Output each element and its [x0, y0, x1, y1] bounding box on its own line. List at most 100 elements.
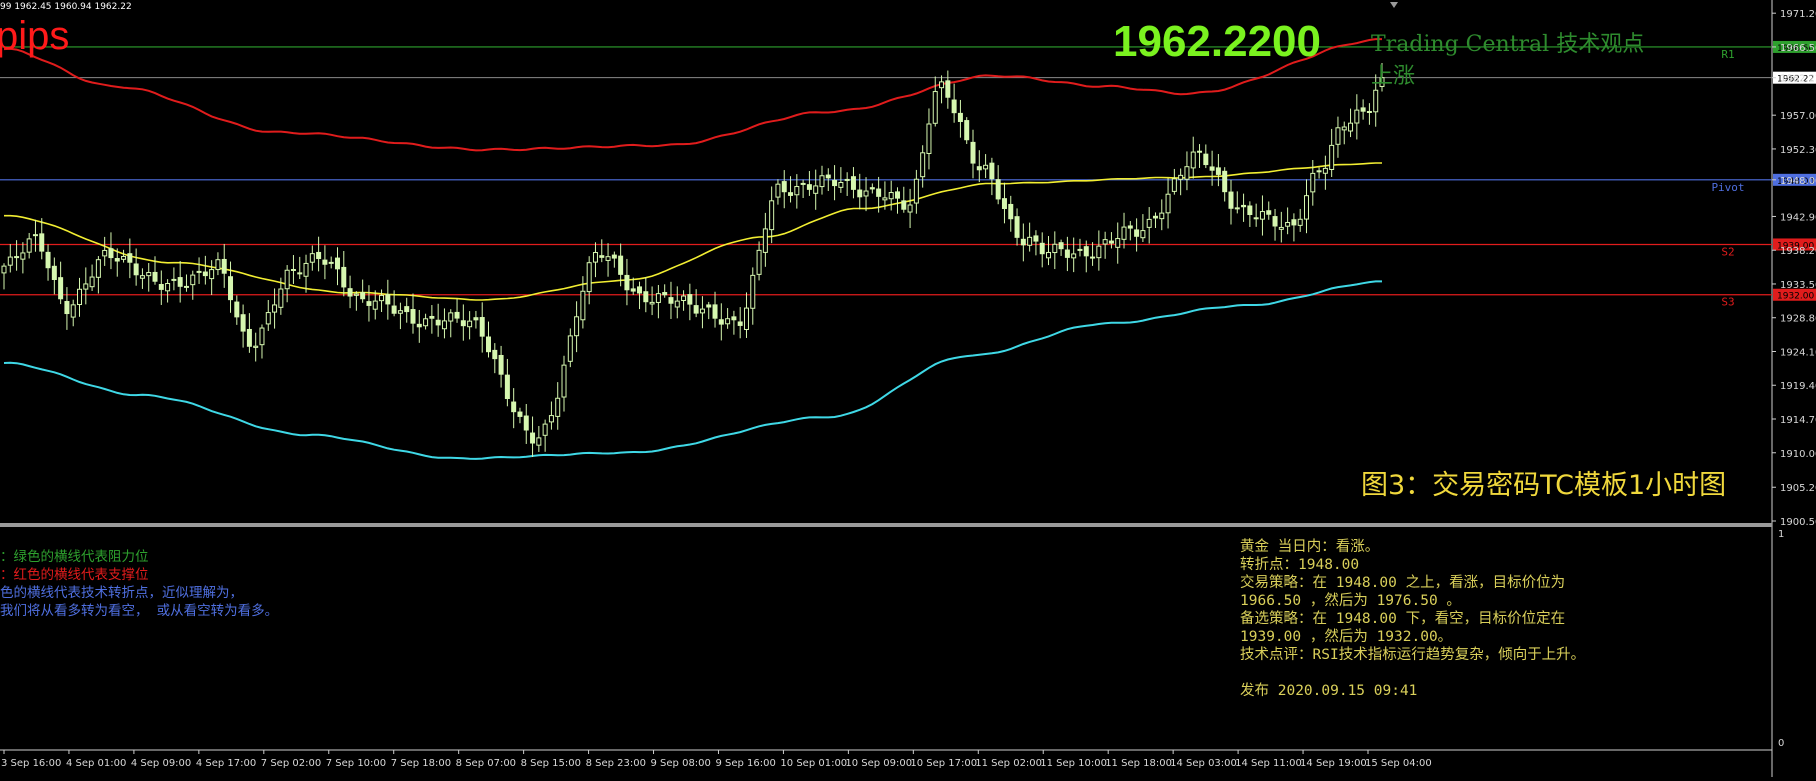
candle-body [190, 274, 196, 286]
candle-body [77, 288, 83, 306]
candle-body [58, 277, 64, 300]
candle-body [177, 277, 183, 287]
trading-central-title: Trading Central 技术观点 [1371, 32, 1645, 57]
candle-body [14, 256, 20, 259]
candle-body [1090, 256, 1096, 259]
x-tick-label: 9 Sep 08:00 [651, 758, 711, 769]
x-tick-label: 4 Sep 01:00 [66, 758, 126, 769]
candle-body [196, 270, 202, 273]
candle-body [410, 309, 416, 324]
candle-body [1241, 204, 1247, 208]
candle-body [95, 259, 101, 278]
candle-body [1, 265, 7, 274]
candle-body [957, 112, 963, 122]
candle-body [555, 397, 561, 417]
x-tick-label: 14 Sep 19:00 [1300, 758, 1367, 769]
candle-body [1316, 170, 1322, 173]
candle-body [945, 80, 951, 98]
candle-body [756, 249, 762, 275]
level-label-pivot: Pivot [1711, 181, 1744, 194]
candle-body [989, 162, 995, 180]
candle-body [819, 175, 825, 188]
candle-body [253, 345, 259, 348]
candle-body [712, 304, 718, 319]
analysis-panel: 黄金 当日内：看涨。 转折点：1948.00 交易策略：在 1948.00 之上，看… [1240, 535, 1680, 699]
candle-body [1329, 144, 1335, 170]
x-tick-label: 7 Sep 10:00 [326, 758, 386, 769]
candle-body [209, 269, 215, 280]
candle-body [353, 293, 359, 296]
candle-body [1171, 178, 1177, 192]
candle-body [1184, 166, 1190, 180]
y-tick-label: 1971.20 [1780, 9, 1816, 20]
candle-body [1146, 218, 1152, 228]
candle-body [592, 252, 598, 263]
candle-body [542, 423, 548, 436]
candle-body [45, 251, 51, 269]
candle-body [869, 187, 875, 190]
candle-body [328, 261, 334, 264]
indicator-tick-label: 0 [1778, 738, 1784, 749]
candle-body [284, 269, 290, 290]
candle-body [133, 263, 139, 276]
candle-body [108, 248, 114, 259]
level-label-s3: S3 [1721, 296, 1734, 309]
candle-body [655, 293, 661, 303]
candle-body [920, 152, 926, 178]
candle-body [1027, 236, 1033, 246]
x-tick-label: 11 Sep 10:00 [1040, 758, 1107, 769]
candle-body [259, 327, 265, 346]
candle-body [202, 271, 208, 277]
candle-body [876, 188, 882, 197]
candle-body [102, 249, 108, 257]
candle-body [1152, 215, 1158, 219]
y-tick-label: 1924.10 [1780, 347, 1816, 358]
candle-body [290, 268, 296, 271]
candle-body [882, 197, 888, 201]
candle-body [832, 179, 838, 187]
x-tick-label: 3 Sep 16:00 [1, 758, 61, 769]
candle-body [89, 276, 95, 288]
candle-body [139, 275, 145, 279]
x-tick-label: 14 Sep 11:00 [1235, 758, 1302, 769]
candle-body [599, 255, 605, 258]
candle-body [498, 354, 504, 375]
candle-body [1102, 239, 1108, 245]
candle-body [278, 288, 284, 308]
candle-body [240, 314, 246, 332]
candle-body [674, 300, 680, 308]
level-label-s2: S2 [1721, 245, 1734, 258]
y-tick-label: 1919.40 [1780, 381, 1816, 392]
y-tick-label: 1952.30 [1780, 145, 1816, 156]
candle-body [504, 374, 510, 400]
candle-body [152, 271, 158, 282]
candle-body [668, 297, 674, 304]
candle-body [536, 437, 542, 446]
x-tick-label: 4 Sep 09:00 [131, 758, 191, 769]
candle-body [806, 184, 812, 190]
candle-body [1058, 242, 1064, 250]
candle-body [1215, 167, 1221, 175]
candle-body [473, 317, 479, 321]
candle-body [1303, 195, 1309, 220]
candle-body [183, 285, 189, 288]
candle-body [360, 292, 366, 300]
x-tick-label: 8 Sep 07:00 [456, 758, 516, 769]
candle-body [1247, 205, 1253, 216]
candle-body [1178, 174, 1184, 180]
x-tick-label: 7 Sep 02:00 [261, 758, 321, 769]
candle-body [850, 176, 856, 190]
candle-body [1071, 253, 1077, 259]
candle-body [1001, 198, 1007, 210]
candle-body [800, 182, 806, 185]
candle-body [1297, 218, 1303, 226]
candle-body [121, 255, 127, 260]
candle-body [951, 99, 957, 114]
candle-body [372, 300, 378, 310]
analysis-line: 发布 2020.09.15 09:41 [1240, 683, 1418, 699]
candle-body [769, 200, 775, 231]
candle-body [567, 335, 573, 362]
candle-body [901, 200, 907, 210]
candle-body [347, 288, 353, 297]
candle-body [1127, 225, 1133, 229]
